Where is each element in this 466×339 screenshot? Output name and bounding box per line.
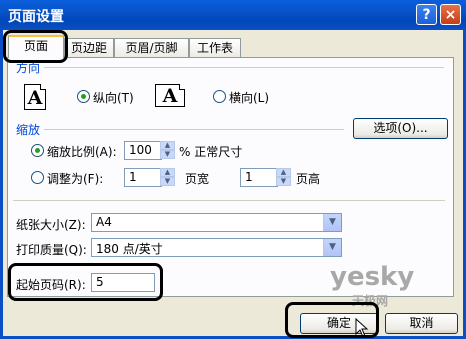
highlight-annotation bbox=[8, 263, 163, 301]
portrait-radio[interactable] bbox=[77, 90, 90, 103]
print-quality-value: 180 点/英寸 bbox=[96, 242, 163, 256]
tab-sheet[interactable]: 工作表 bbox=[189, 38, 241, 57]
divider bbox=[44, 67, 444, 68]
cancel-button[interactable]: 取消 bbox=[385, 313, 458, 334]
fit-wide-spinner[interactable]: ▲ ▼ bbox=[160, 168, 175, 187]
adjust-to-radio[interactable] bbox=[31, 144, 44, 157]
scale-percent-spinner[interactable]: ▲ ▼ bbox=[160, 141, 175, 160]
fit-to-label[interactable]: 调整为(F): bbox=[47, 170, 103, 187]
spin-up-icon[interactable]: ▲ bbox=[276, 168, 291, 177]
window-title: 页面设置 bbox=[8, 9, 64, 25]
spin-down-icon[interactable]: ▼ bbox=[276, 177, 291, 186]
title-bar: 页面设置 ? × bbox=[0, 0, 466, 30]
paper-size-label: 纸张大小(Z): bbox=[16, 218, 86, 232]
chevron-down-icon[interactable]: ▼ bbox=[323, 239, 341, 256]
fit-to-radio[interactable] bbox=[31, 171, 44, 184]
paper-size-select[interactable]: A4 ▼ bbox=[91, 213, 342, 232]
divider bbox=[13, 200, 445, 201]
divider bbox=[44, 129, 344, 130]
fit-wide-input[interactable]: 1 bbox=[124, 168, 162, 187]
chevron-down-icon[interactable]: ▼ bbox=[323, 214, 341, 231]
close-button[interactable]: × bbox=[440, 4, 461, 25]
highlight-annotation bbox=[285, 302, 379, 338]
spin-up-icon[interactable]: ▲ bbox=[160, 141, 175, 150]
paper-size-value: A4 bbox=[96, 215, 112, 229]
help-button[interactable]: ? bbox=[416, 4, 437, 25]
fit-tall-spinner[interactable]: ▲ ▼ bbox=[276, 168, 291, 187]
fit-tall-label: 页高 bbox=[296, 172, 321, 186]
portrait-label[interactable]: 纵向(T) bbox=[93, 89, 134, 106]
options-button[interactable]: 选项(O)... bbox=[353, 118, 448, 139]
fit-wide-label: 页宽 bbox=[185, 172, 210, 186]
landscape-radio[interactable] bbox=[213, 90, 226, 103]
fit-tall-input[interactable]: 1 bbox=[240, 168, 278, 187]
tab-page[interactable]: 页面 bbox=[8, 35, 64, 58]
tab-margins[interactable]: 页边距 bbox=[64, 38, 114, 57]
tab-header-footer[interactable]: 页眉/页脚 bbox=[114, 38, 189, 57]
print-quality-label: 打印质量(Q): bbox=[16, 243, 87, 257]
spin-down-icon[interactable]: ▼ bbox=[160, 150, 175, 159]
landscape-label[interactable]: 横向(L) bbox=[229, 89, 269, 106]
watermark-logo: yesky bbox=[330, 262, 415, 292]
adjust-to-label[interactable]: 缩放比例(A): bbox=[47, 143, 117, 160]
portrait-icon: A bbox=[24, 84, 46, 110]
spin-up-icon[interactable]: ▲ bbox=[160, 168, 175, 177]
landscape-icon: A bbox=[155, 84, 185, 107]
scale-percent-input[interactable]: 100 bbox=[124, 141, 162, 160]
scaling-group-label: 缩放 bbox=[16, 123, 41, 137]
print-quality-select[interactable]: 180 点/英寸 ▼ bbox=[91, 238, 342, 257]
scale-percent-suffix: % 正常尺寸 bbox=[179, 145, 243, 159]
spin-down-icon[interactable]: ▼ bbox=[160, 177, 175, 186]
